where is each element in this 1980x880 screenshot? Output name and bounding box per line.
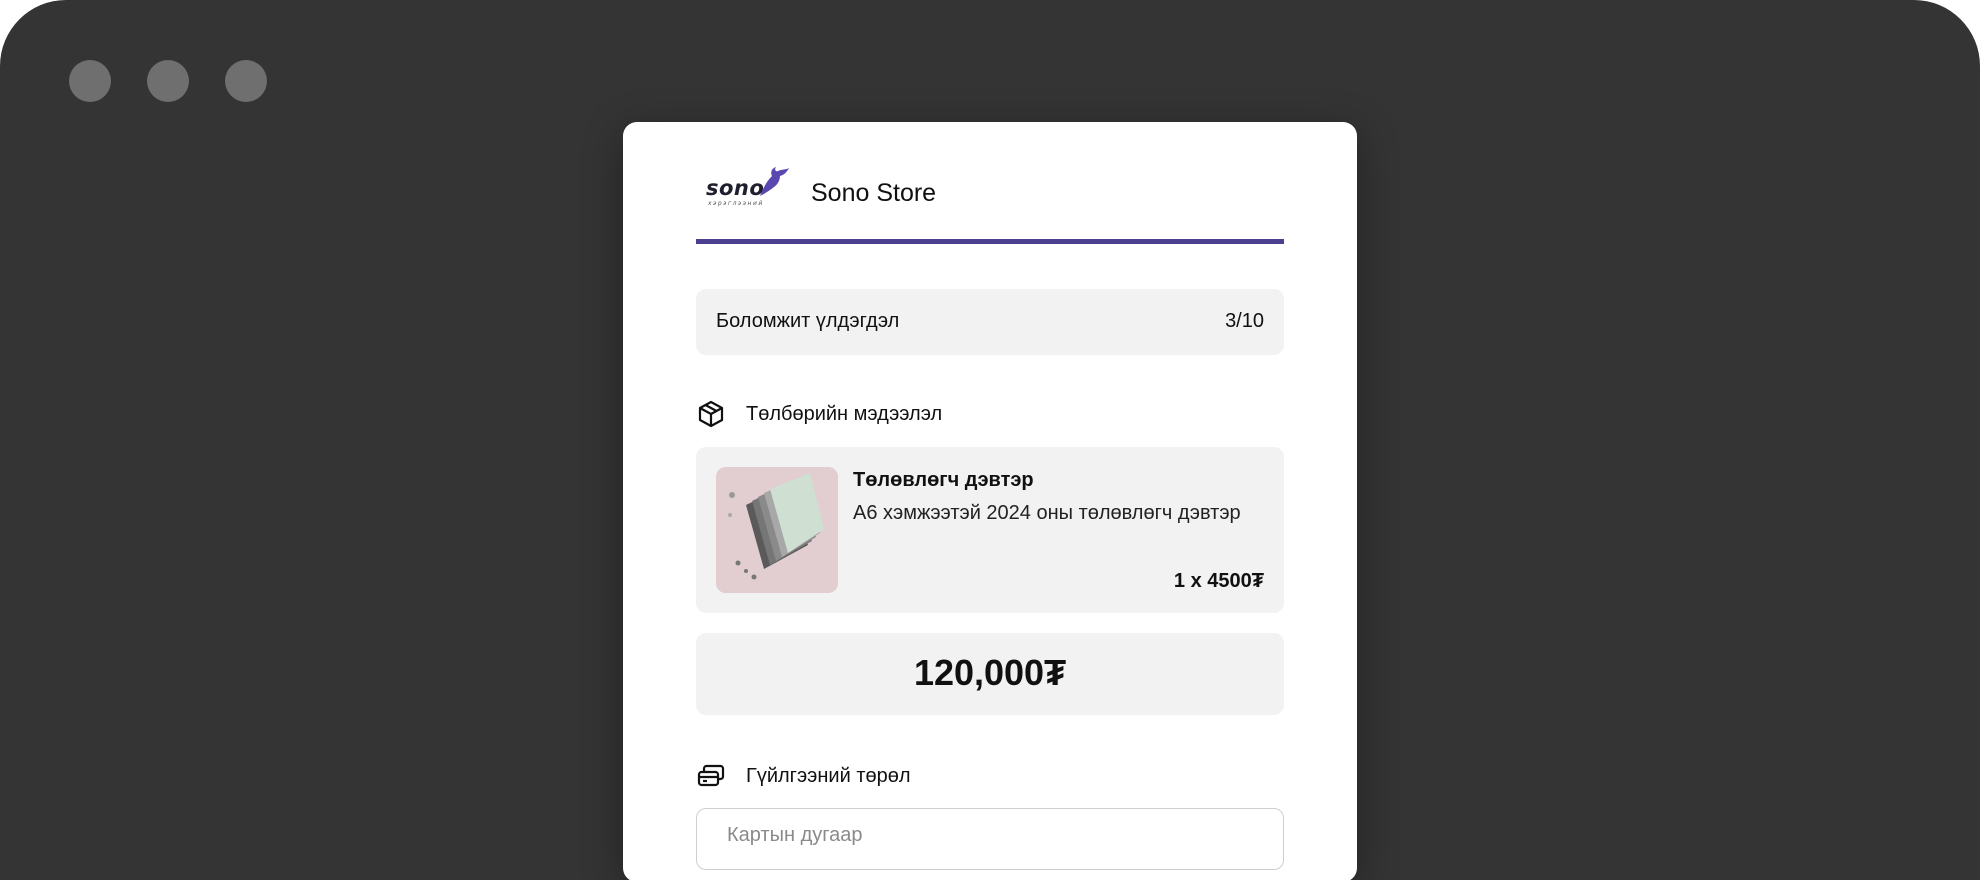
product-name: Төлөвлөгч дэвтэр <box>853 469 1034 491</box>
bird-logo-icon <box>760 167 789 196</box>
payment-info-title: Төлбөрийн мэдээлэл <box>746 403 943 425</box>
balance-value: 3/10 <box>1225 310 1264 332</box>
window-close-dot[interactable] <box>69 60 111 102</box>
balance-label: Боломжит үлдэгдэл <box>716 310 900 332</box>
store-header: sono хэрэглээний Sono Store <box>696 164 1284 224</box>
product-item: Төлөвлөгч дэвтэр А6 хэмжээтэй 2024 оны т… <box>696 447 1284 613</box>
header-divider <box>696 239 1284 244</box>
window-maximize-dot[interactable] <box>225 60 267 102</box>
product-description: А6 хэмжээтэй 2024 оны төлөвлөгч дэвтэр <box>853 502 1241 524</box>
notebook-image <box>716 467 838 593</box>
product-quantity-price: 1 x 4500₮ <box>1173 570 1264 592</box>
box-icon <box>698 400 724 428</box>
store-logo[interactable]: sono хэрэглээний <box>696 164 792 216</box>
balance-panel: Боломжит үлдэгдэл 3/10 <box>696 289 1284 355</box>
logo-wordmark: sono <box>706 176 765 200</box>
payment-info-heading: Төлбөрийн мэдээлэл <box>696 399 1284 429</box>
browser-window: sono хэрэглээний Sono Store Боломжит үлд… <box>0 0 1980 880</box>
store-name: Sono Store <box>811 179 937 207</box>
product-image <box>716 467 838 593</box>
card-number-input[interactable] <box>725 823 1249 848</box>
total-amount-panel: 120,000₮ <box>696 633 1284 715</box>
logo-tagline: хэрэглээний <box>708 200 764 207</box>
transaction-type-title: Гүйлгээний төрөл <box>746 765 911 787</box>
card-number-field[interactable] <box>696 808 1284 870</box>
checkout-card: sono хэрэглээний Sono Store Боломжит үлд… <box>623 122 1357 880</box>
transaction-type-heading: Гүйлгээний төрөл <box>696 761 1284 791</box>
total-amount: 120,000₮ <box>913 652 1067 693</box>
window-minimize-dot[interactable] <box>147 60 189 102</box>
cards-icon <box>697 764 725 787</box>
